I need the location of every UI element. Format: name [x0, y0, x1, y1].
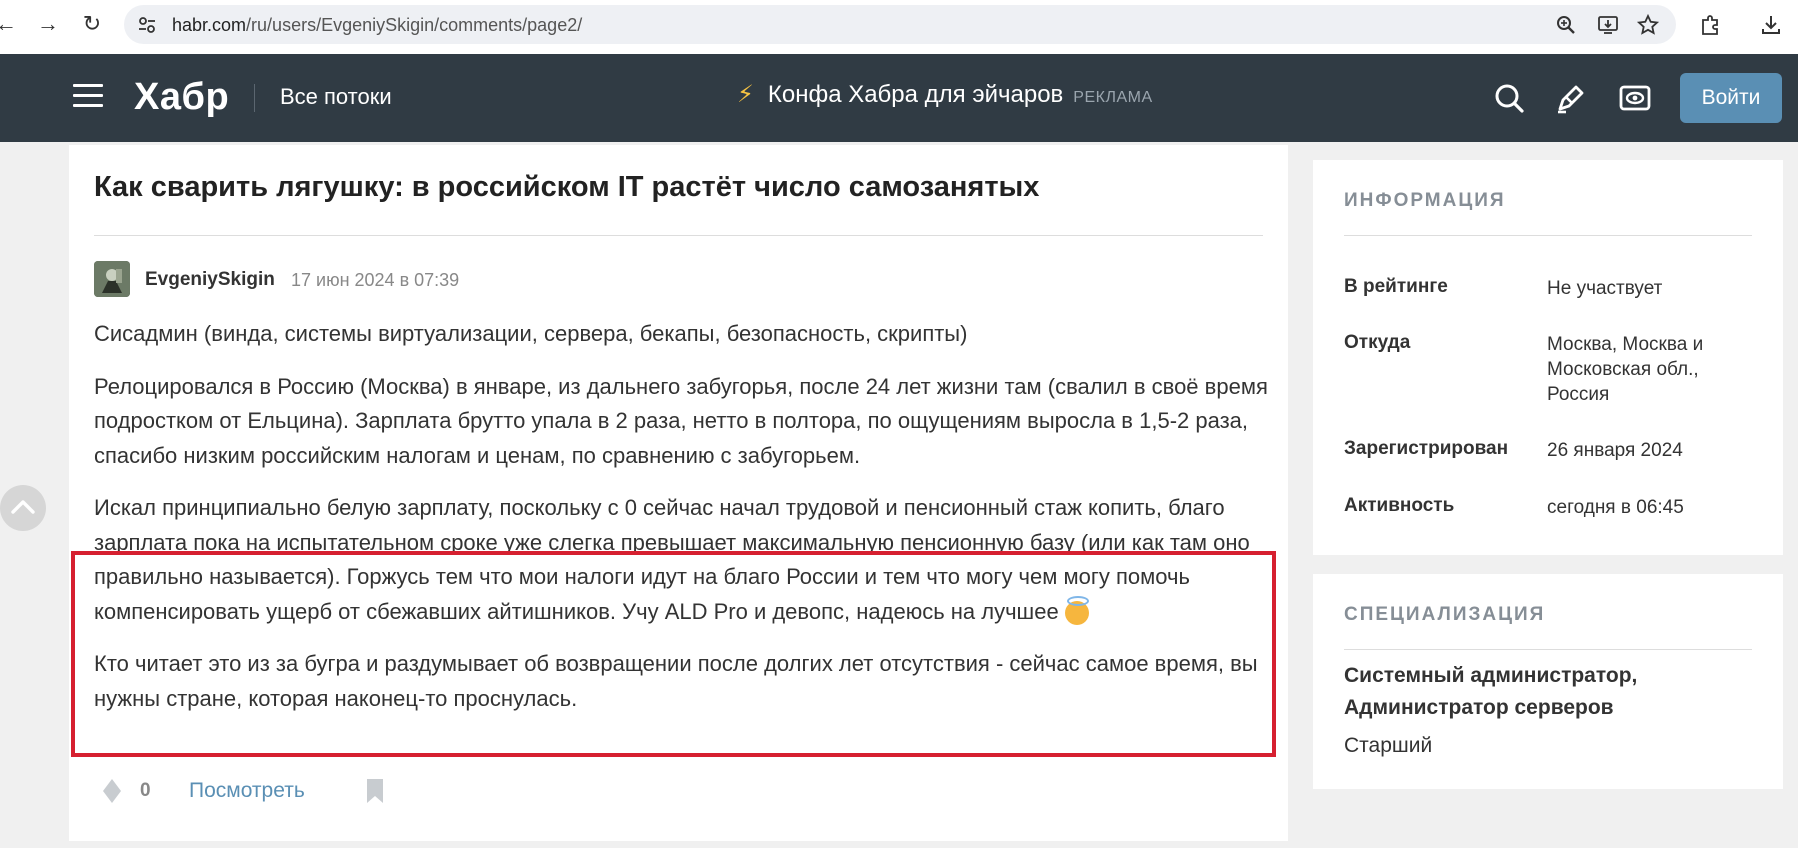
- search-icon[interactable]: [1492, 81, 1526, 115]
- promo-text[interactable]: Конфа Хабра для эйчаров: [768, 81, 1063, 108]
- comment-paragraph: Искал принципиально белую зарплату, поск…: [94, 491, 1269, 629]
- logo-divider: [254, 84, 255, 112]
- title-divider: [94, 235, 1263, 236]
- forward-icon[interactable]: →: [34, 10, 62, 38]
- install-app-icon[interactable]: [1596, 13, 1620, 37]
- promo-ad-label: РЕКЛАМА: [1073, 89, 1153, 106]
- rating-icon[interactable]: [102, 778, 122, 804]
- site-header: Хабр Все потоки ⚡ Конфа Хабра для эйчаров…: [0, 54, 1798, 142]
- info-label: В рейтинге: [1344, 276, 1448, 297]
- avatar-image: [94, 261, 130, 297]
- bookmark-icon[interactable]: [365, 778, 385, 804]
- menu-icon[interactable]: [73, 84, 103, 108]
- view-comment-link[interactable]: Посмотреть: [189, 779, 305, 803]
- address-bar[interactable]: habr.com/ru/users/EvgeniySkigin/comments…: [124, 5, 1676, 44]
- bookmark-star-icon[interactable]: [1636, 13, 1660, 37]
- specialization-card: СПЕЦИАЛИЗАЦИЯ Системный администратор, А…: [1313, 574, 1783, 789]
- url-domain: habr.com: [172, 15, 247, 35]
- comment-paragraph: Кто читает это из за бугра и раздумывает…: [94, 651, 1258, 711]
- back-icon[interactable]: ←: [0, 10, 20, 38]
- url-path: /ru/users/EvgeniySkigin/comments/page2/: [246, 15, 583, 35]
- specialization-level: Старший: [1344, 734, 1433, 757]
- info-label: Зарегистрирован: [1344, 438, 1509, 459]
- scroll-to-top-button[interactable]: [0, 485, 46, 531]
- author-link[interactable]: EvgeniySkigin: [145, 269, 275, 291]
- lightning-icon: ⚡: [737, 81, 754, 108]
- angel-emoji-icon: [1064, 595, 1089, 625]
- info-divider: [1344, 235, 1752, 236]
- extensions-icon[interactable]: [1698, 12, 1724, 38]
- login-button[interactable]: Войти: [1680, 73, 1782, 123]
- specialization-title: Системный администратор, Администратор с…: [1344, 664, 1638, 719]
- info-value: Москва, Москва и Московская обл., Россия: [1547, 334, 1704, 405]
- url-text: habr.com/ru/users/EvgeniySkigin/comments…: [172, 15, 582, 36]
- specialization-heading: СПЕЦИАЛИЗАЦИЯ: [1344, 604, 1546, 625]
- chevron-up-icon: [11, 500, 35, 514]
- downloads-icon[interactable]: [1758, 12, 1784, 38]
- info-value: 26 января 2024: [1547, 440, 1683, 461]
- promo-banner[interactable]: ⚡ Конфа Хабра для эйчаров РЕКЛАМА: [737, 80, 1153, 109]
- article-title-link[interactable]: Как сварить лягушку: в российском IT рас…: [94, 171, 1264, 204]
- comment-body: Сисадмин (винда, системы виртуализации, …: [94, 317, 1269, 734]
- habr-logo[interactable]: Хабр: [134, 76, 229, 119]
- rating-value: 0: [140, 780, 151, 801]
- info-value: Не участвует: [1547, 278, 1663, 299]
- reload-icon[interactable]: ↻: [78, 10, 106, 38]
- specialization-divider: [1344, 649, 1752, 650]
- info-card: ИНФОРМАЦИЯ В рейтинге Не участвует Откуд…: [1313, 160, 1783, 555]
- info-label: Откуда: [1344, 332, 1411, 353]
- info-value: сегодня в 06:45: [1547, 497, 1684, 518]
- comment-date[interactable]: 17 июн 2024 в 07:39: [291, 270, 459, 291]
- comment-paragraph: Сисадмин (винда, системы виртуализации, …: [94, 321, 968, 346]
- browser-toolbar: ← → ↻ habr.com/ru/users/EvgeniySkigin/co…: [0, 0, 1798, 55]
- comment-paragraph: Релоцировался в Россию (Москва) в январе…: [94, 373, 1268, 468]
- info-label: Активность: [1344, 495, 1455, 516]
- comment-card: Как сварить лягушку: в российском IT рас…: [69, 145, 1288, 841]
- info-heading: ИНФОРМАЦИЯ: [1344, 190, 1506, 211]
- zoom-icon[interactable]: [1554, 13, 1578, 37]
- avatar[interactable]: [94, 261, 130, 297]
- reading-mode-icon[interactable]: [1618, 81, 1652, 115]
- all-streams-link[interactable]: Все потоки: [280, 84, 392, 110]
- site-settings-icon[interactable]: [136, 14, 158, 36]
- write-post-icon[interactable]: [1554, 81, 1588, 115]
